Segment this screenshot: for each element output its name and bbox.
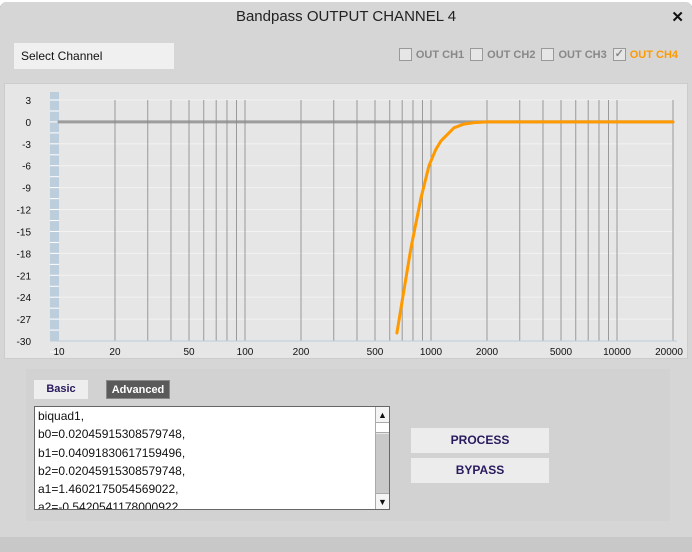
coefficients-textarea[interactable]: biquad1, b0=0.02045915308579748, b1=0.04… (34, 406, 390, 510)
x-tick-label: 20 (109, 347, 121, 358)
coef-line: b2=0.02045915308579748, (38, 463, 186, 478)
channel-ch1[interactable]: OUT CH1 (398, 48, 465, 61)
tab-advanced[interactable]: Advanced (106, 380, 170, 399)
channel-checkboxes: OUT CH1 OUT CH2 OUT CH3 ✓ OUT CH4 (398, 48, 678, 61)
y-tick-label: -3 (22, 140, 31, 151)
title-bar: Bandpass OUTPUT CHANNEL 4 (0, 2, 692, 34)
x-tick-label: 200 (293, 347, 310, 358)
y-tick-label: -21 (17, 271, 32, 282)
y-tick-label: -24 (17, 293, 32, 304)
bypass-button[interactable]: BYPASS (411, 458, 549, 483)
scrollbar[interactable]: ▲ ▼ (375, 407, 389, 509)
process-button[interactable]: PROCESS (411, 428, 549, 453)
coef-line: biquad1, (38, 409, 85, 423)
x-tick-label: 1000 (420, 347, 443, 358)
coef-line: a1=1.4602175054569022, (38, 482, 179, 497)
bandpass-dialog: Bandpass OUTPUT CHANNEL 4 ✕ Select Chann… (0, 2, 692, 552)
x-tick-label: 50 (183, 347, 195, 358)
scroll-track[interactable] (376, 434, 389, 493)
coef-line: b0=0.02045915308579748, (38, 427, 186, 442)
x-tick-label: 500 (367, 347, 384, 358)
y-tick-label: 0 (25, 118, 31, 129)
label-ch4: OUT CH4 (629, 48, 678, 61)
y-tick-label: -18 (17, 249, 32, 260)
filter-settings-panel: Basic Advanced biquad1, b0=0.02045915308… (26, 369, 670, 521)
channel-ch4[interactable]: ✓ OUT CH4 (612, 48, 678, 61)
scroll-up-icon[interactable]: ▲ (376, 407, 389, 423)
y-tick-label: 3 (25, 96, 31, 107)
x-tick-label: 20000 (655, 347, 683, 358)
checkbox-ch2[interactable] (470, 48, 484, 61)
x-tick-label: 10000 (603, 347, 631, 358)
y-tick-label: -30 (17, 337, 32, 348)
y-tick-label: -6 (22, 162, 31, 173)
checkbox-ch1[interactable] (398, 48, 412, 61)
y-ruler (50, 92, 59, 341)
label-ch2: OUT CH2 (487, 48, 536, 61)
channel-ch3[interactable]: OUT CH3 (541, 48, 607, 61)
x-tick-label: 2000 (476, 347, 499, 358)
coef-line: b1=0.04091830617159496, (38, 445, 186, 460)
x-tick-label: 10 (53, 347, 65, 358)
close-icon[interactable]: ✕ (671, 8, 684, 26)
tab-basic[interactable]: Basic (34, 380, 88, 399)
frequency-response-chart: 3 0 -3 -6 -9 -12 -15 -18 -21 -24 -27 -30 10 20 50 100 20… (4, 83, 688, 359)
dialog-title: Bandpass OUTPUT CHANNEL 4 (235, 8, 457, 25)
y-tick-label: -12 (17, 206, 32, 217)
label-ch1: OUT CH1 (415, 48, 465, 61)
scroll-down-icon[interactable]: ▼ (376, 493, 389, 509)
y-tick-label: -27 (17, 315, 32, 326)
checkbox-ch4[interactable]: ✓ (612, 48, 626, 61)
label-ch3: OUT CH3 (558, 48, 607, 61)
x-tick-label: 100 (237, 347, 254, 358)
response-curve (395, 120, 675, 335)
select-channel-label: Select Channel (14, 43, 174, 69)
coef-line: a2=-0.5420541178000922, (38, 500, 182, 510)
chart-svg: 3 0 -3 -6 -9 -12 -15 -18 -21 -24 -27 -30 10 20 50 100 20… (17, 92, 683, 358)
x-tick-label: 5000 (550, 347, 573, 358)
y-tick-label: -15 (17, 227, 32, 238)
checkbox-ch3[interactable] (541, 48, 555, 61)
y-tick-label: -9 (22, 184, 31, 195)
scroll-thumb[interactable] (376, 423, 389, 433)
channel-ch2[interactable]: OUT CH2 (470, 48, 535, 61)
